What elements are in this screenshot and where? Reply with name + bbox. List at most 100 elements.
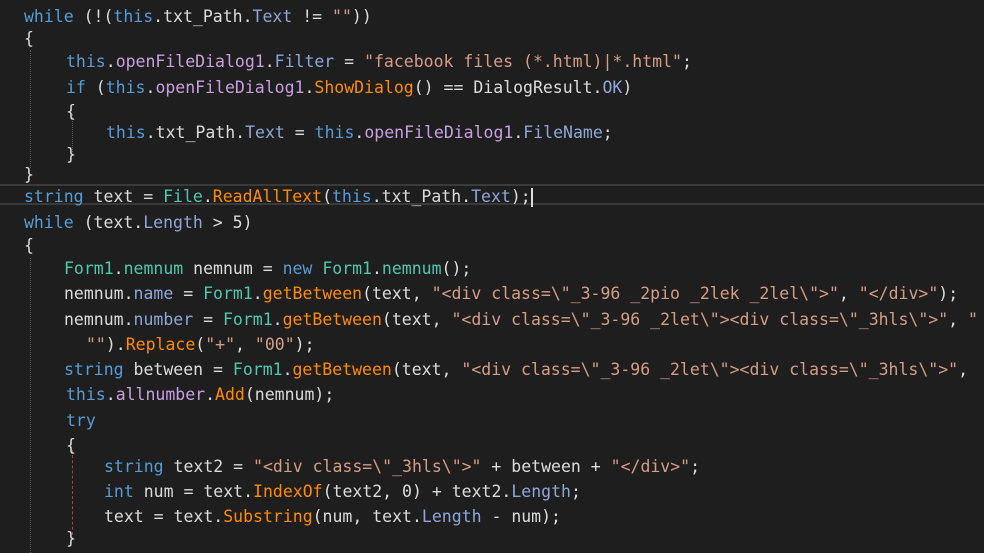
code-token: . — [252, 284, 263, 303]
code-line[interactable]: int num = text.IndexOf(text2, 0) + text2… — [0, 479, 984, 504]
code-line[interactable]: Form1.nemnum nemnum = new Form1.nemnum()… — [0, 256, 984, 281]
code-token: (text2, 0) + text2. — [322, 482, 512, 501]
code-token: getBetween — [262, 284, 363, 303]
code-token: ReadAllText — [212, 187, 323, 206]
code-line[interactable]: this.openFileDialog1.Filter = "facebook … — [0, 49, 984, 74]
code-token: , — [958, 360, 969, 379]
code-token: ; — [602, 123, 613, 142]
code-token: "<div class=\"_3-96 _2let\"><div class=\… — [461, 360, 959, 379]
code-token: this — [66, 385, 106, 404]
code-token: . — [354, 123, 365, 142]
code-line[interactable]: string between = Form1.getBetween(text, … — [0, 357, 984, 382]
code-token: . — [202, 187, 213, 206]
code-token: = — [334, 52, 365, 71]
code-token: , — [948, 310, 969, 329]
code-token: } — [24, 165, 34, 184]
code-token: text2 = — [163, 457, 254, 476]
code-token: Substring — [223, 507, 313, 526]
code-token: this — [105, 78, 146, 97]
code-token: . — [105, 52, 116, 71]
code-token: getBetween — [292, 360, 392, 379]
code-token: . — [113, 259, 124, 278]
code-token: { — [66, 436, 76, 455]
code-line[interactable]: try — [0, 408, 984, 433]
code-token: Text — [252, 7, 293, 26]
code-token: ); — [510, 187, 531, 206]
code-line[interactable]: while (text.Length > 5) — [0, 210, 984, 235]
code-editor[interactable]: while (!(this.txt_Path.Text != "")){this… — [0, 0, 984, 553]
code-line[interactable]: nemnum.name = Form1.getBetween(text, "<d… — [0, 281, 984, 306]
code-token: (text, — [381, 310, 452, 329]
code-token: openFileDialog1 — [155, 78, 305, 97]
code-token: IndexOf — [253, 482, 323, 501]
code-token: nemnum. — [64, 284, 134, 303]
code-line[interactable]: nemnum.number = Form1.getBetween(text, "… — [0, 307, 984, 332]
code-token: this — [314, 123, 355, 142]
code-token: ( — [195, 335, 206, 354]
code-token: ); — [294, 335, 315, 354]
code-token: File — [163, 187, 203, 206]
code-token: "" — [332, 7, 352, 26]
code-token: Text — [245, 123, 285, 142]
code-token: .txt_Path. — [371, 187, 472, 206]
code-token: this — [332, 187, 372, 206]
code-token: , — [235, 335, 255, 354]
code-token: . — [105, 385, 116, 404]
code-token: FileName — [523, 123, 603, 142]
code-token: text = text. — [104, 507, 224, 526]
code-token: name — [133, 284, 174, 303]
code-line[interactable]: this.allnumber.Add(nemnum); — [0, 382, 984, 407]
code-token: , — [838, 284, 859, 303]
code-token: { — [66, 102, 76, 121]
code-token: Form1 — [203, 284, 253, 303]
code-token: num = text. — [133, 482, 254, 501]
code-token: while — [24, 213, 74, 232]
code-token: Form1 — [222, 310, 273, 329]
code-token: ) — [622, 78, 633, 97]
code-token: Form1 — [232, 360, 283, 379]
code-token: . — [282, 360, 293, 379]
code-token: } — [66, 529, 76, 548]
code-token: (text. — [73, 213, 144, 232]
code-token: ( — [85, 78, 106, 97]
code-token: allnumber — [115, 385, 206, 404]
code-token: ( — [322, 187, 332, 206]
code-token: "+" — [205, 335, 236, 354]
code-token: Text — [471, 187, 511, 206]
text-caret — [530, 188, 533, 207]
code-token: Filter — [274, 52, 335, 71]
code-token: int — [104, 482, 134, 501]
code-token: nemnum — [123, 259, 184, 278]
code-line[interactable]: string text2 = "<div class=\"_3hls\">" +… — [0, 454, 984, 479]
code-token: ; — [681, 52, 692, 71]
code-token: (!( — [73, 7, 114, 26]
code-token: try — [66, 411, 96, 430]
code-line[interactable]: } — [0, 526, 984, 551]
code-token: + between + — [481, 457, 611, 476]
code-token: "</div>" — [858, 284, 939, 303]
code-token: = — [193, 310, 223, 329]
code-token: while — [24, 7, 74, 26]
code-token: = — [284, 123, 315, 142]
code-token: this — [106, 123, 146, 142]
code-line[interactable]: { — [0, 233, 984, 258]
code-token: OK — [602, 78, 623, 97]
code-token: getBetween — [282, 310, 382, 329]
code-token: openFileDialog1 — [364, 123, 514, 142]
code-line[interactable]: if (this.openFileDialog1.ShowDialog() ==… — [0, 75, 984, 100]
code-token: )) — [351, 7, 372, 26]
code-token: this — [66, 52, 106, 71]
code-line[interactable]: "").Replace("+", "00"); — [0, 332, 984, 357]
code-token: string — [104, 457, 164, 476]
code-token: . — [513, 123, 524, 142]
code-token: . — [371, 259, 382, 278]
code-token: nemnum. — [64, 310, 134, 329]
code-token: Length — [511, 482, 571, 501]
code-token: new — [282, 259, 313, 278]
code-token: ShowDialog — [314, 78, 414, 97]
code-token: ; — [690, 457, 701, 476]
code-token: .txt_Path. — [145, 123, 246, 142]
code-line-current[interactable]: string text = File.ReadAllText(this.txt_… — [0, 184, 984, 207]
code-line[interactable]: { — [0, 26, 984, 51]
code-token: "" — [86, 335, 106, 354]
